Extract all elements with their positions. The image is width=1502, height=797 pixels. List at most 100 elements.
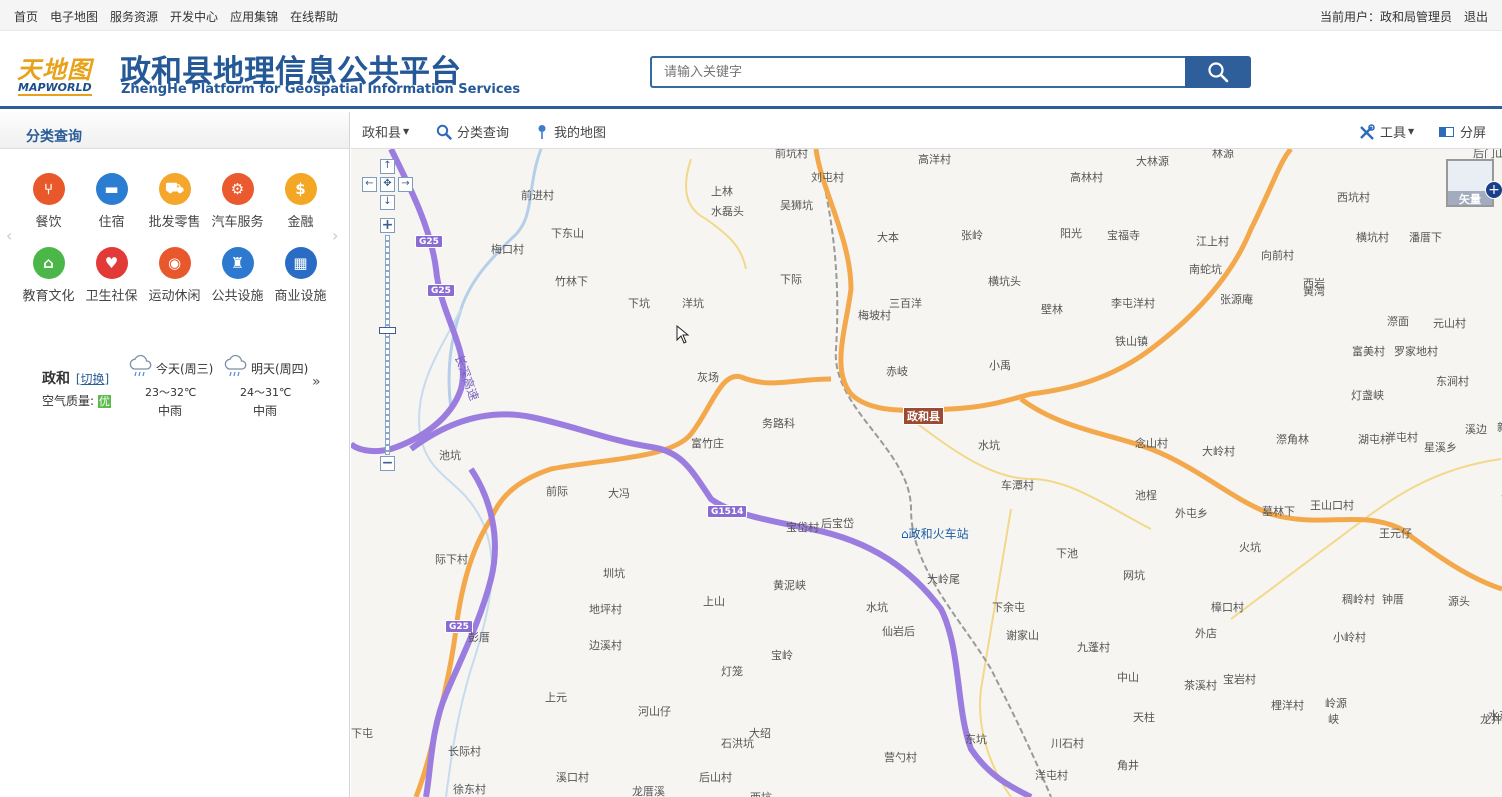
pan-reset-button[interactable]: ✥	[380, 177, 395, 192]
train-station-icon: ⌂	[901, 527, 909, 541]
category-money-bag[interactable]: $ 金融	[269, 173, 332, 230]
search-input[interactable]	[650, 56, 1186, 88]
place-label: 新口村	[1497, 419, 1502, 435]
nav-apps-link[interactable]: 应用集锦	[230, 8, 278, 25]
place-label: 三百洋	[889, 297, 922, 310]
region-dropdown[interactable]: 政和县 ▼	[362, 122, 409, 141]
place-label: 宝福寺	[1107, 229, 1140, 242]
category-cart[interactable]: ⛟ 批发零售	[143, 173, 206, 230]
place-label: 水坑	[866, 601, 888, 614]
my-map-button[interactable]: 我的地图	[536, 122, 606, 141]
logo-en-text: MAPWORLD	[18, 81, 92, 96]
tianditu-logo[interactable]: 天地图 MAPWORLD	[17, 50, 103, 100]
zoom-control: ↑ ← ✥ → ↓ + −	[362, 157, 413, 475]
place-label: 外屯乡	[1175, 507, 1208, 520]
tomorrow-temp: 24～31℃	[240, 386, 292, 399]
category-school[interactable]: ⌂ 教育文化	[17, 247, 80, 304]
category-label: 公共设施	[211, 289, 264, 304]
place-label: 竹林下	[555, 275, 588, 288]
nav-service-link[interactable]: 服务资源	[110, 8, 158, 25]
place-label: 洋屯村	[1385, 431, 1418, 444]
zoom-in-button[interactable]: +	[380, 218, 395, 233]
category-fork-knife[interactable]: ⑂ 餐饮	[17, 173, 80, 230]
category-bed[interactable]: ▬ 住宿	[80, 173, 143, 230]
nav-dev-link[interactable]: 开发中心	[170, 8, 218, 25]
place-label: 池桯	[1135, 489, 1157, 502]
region-label: 政和县	[362, 126, 402, 141]
nav-help-link[interactable]: 在线帮助	[290, 8, 338, 25]
place-label: 钟厝	[1382, 593, 1404, 606]
site-header: 天地图 MAPWORLD 政和县地理信息公共平台 ZhengHe Platfor…	[0, 31, 1502, 109]
category-hands-heart[interactable]: ♥ 卫生社保	[80, 247, 143, 304]
top-nav: 首页 电子地图 服务资源 开发中心 应用集锦 在线帮助	[14, 8, 350, 25]
platform-subtitle: ZhengHe Platform for Geospatial Informat…	[121, 82, 521, 97]
place-label: 水磊头	[711, 205, 744, 218]
place-label: 上山	[703, 595, 725, 608]
logo-cn-text: 天地图	[17, 55, 92, 84]
road-shield: G25	[427, 284, 455, 297]
place-label: 西坑	[750, 789, 772, 797]
place-label: 中山	[1117, 671, 1139, 684]
pan-down-button[interactable]: ↓	[380, 195, 395, 210]
place-label: 龙厝溪	[632, 785, 665, 797]
search-button[interactable]	[1185, 56, 1251, 88]
place-label: 际下村	[435, 553, 468, 566]
category-search-button[interactable]: 分类查询	[436, 122, 509, 141]
place-label: 后宝岱	[821, 517, 854, 530]
place-label: 大岭尾	[927, 573, 960, 586]
provincial-road	[1019, 396, 1502, 592]
pan-left-button[interactable]: ←	[362, 177, 377, 192]
map-canvas[interactable]: ↑ ← ✥ → ↓ + − 矢量 + G25 G25 G25 G1514 长深高…	[351, 149, 1502, 797]
place-label: 王山口村	[1310, 499, 1354, 512]
logout-link[interactable]: 退出	[1464, 8, 1488, 25]
place-label: 宝岭	[771, 649, 793, 662]
place-label: 下屯	[351, 727, 373, 740]
place-label: 营勺村	[884, 751, 917, 764]
category-sport[interactable]: ◉ 运动休闲	[143, 247, 206, 304]
place-label: 峡	[1328, 713, 1339, 726]
category-car[interactable]: ⚙ 汽车服务	[206, 173, 269, 230]
train-station-label[interactable]: ⌂政和火车站	[901, 525, 969, 542]
place-label: 刘屯村	[811, 171, 844, 184]
place-label: 樟口村	[1211, 601, 1244, 614]
county-seat-label[interactable]: 政和县	[903, 407, 944, 425]
layer-expand-icon[interactable]: +	[1485, 181, 1502, 199]
zoom-slider-track[interactable]	[385, 235, 390, 455]
place-label: 张岭	[961, 229, 983, 242]
place-label: 下际	[780, 273, 802, 286]
nav-home-link[interactable]: 首页	[14, 8, 38, 25]
category-next-arrow[interactable]: ›	[332, 226, 338, 245]
tools-dropdown[interactable]: 工具 ▼	[1359, 122, 1414, 141]
zoom-slider-handle[interactable]	[379, 327, 396, 334]
weather-more-button[interactable]: »	[312, 374, 321, 390]
category-building[interactable]: ▦ 商业设施	[269, 247, 332, 304]
zoom-out-button[interactable]: −	[380, 456, 395, 471]
search-box	[650, 56, 1251, 88]
category-search-label: 分类查询	[457, 126, 510, 141]
pan-right-button[interactable]: →	[398, 177, 413, 192]
category-prev-arrow[interactable]: ‹	[6, 226, 12, 245]
city-switch-link[interactable]: [切换]	[76, 372, 109, 386]
nav-emap-link[interactable]: 电子地图	[50, 8, 98, 25]
place-label: 上林	[711, 185, 733, 198]
weather-widget: 政和 [切换] 空气质量: 优 今天(周三) 23～32℃ 中雨 明天(周四) …	[42, 354, 332, 424]
place-label: 灰场	[697, 371, 719, 384]
category-tower[interactable]: ♜ 公共设施	[206, 247, 269, 304]
place-label: 星溪乡	[1424, 441, 1457, 454]
place-label: 上元	[545, 691, 567, 704]
place-label: 后山村	[699, 771, 732, 784]
place-label: 下坑	[628, 297, 650, 310]
place-label: 高林村	[1070, 171, 1103, 184]
place-label: 梅口村	[491, 243, 524, 256]
air-quality-badge: 优	[97, 395, 111, 408]
split-screen-button[interactable]: 分屏	[1439, 122, 1486, 141]
place-label: 大岭村	[1202, 445, 1235, 458]
money-bag-icon: $	[284, 173, 317, 205]
place-label: 火坑	[1239, 541, 1261, 554]
layer-switch-button[interactable]: 矢量 +	[1446, 159, 1502, 207]
pan-up-button[interactable]: ↑	[380, 159, 395, 174]
category-label: 餐饮	[35, 215, 62, 230]
place-label: 徐东村	[453, 783, 486, 796]
place-label: 灯盏峡	[1351, 389, 1384, 402]
today-temp: 23～32℃	[145, 386, 197, 399]
